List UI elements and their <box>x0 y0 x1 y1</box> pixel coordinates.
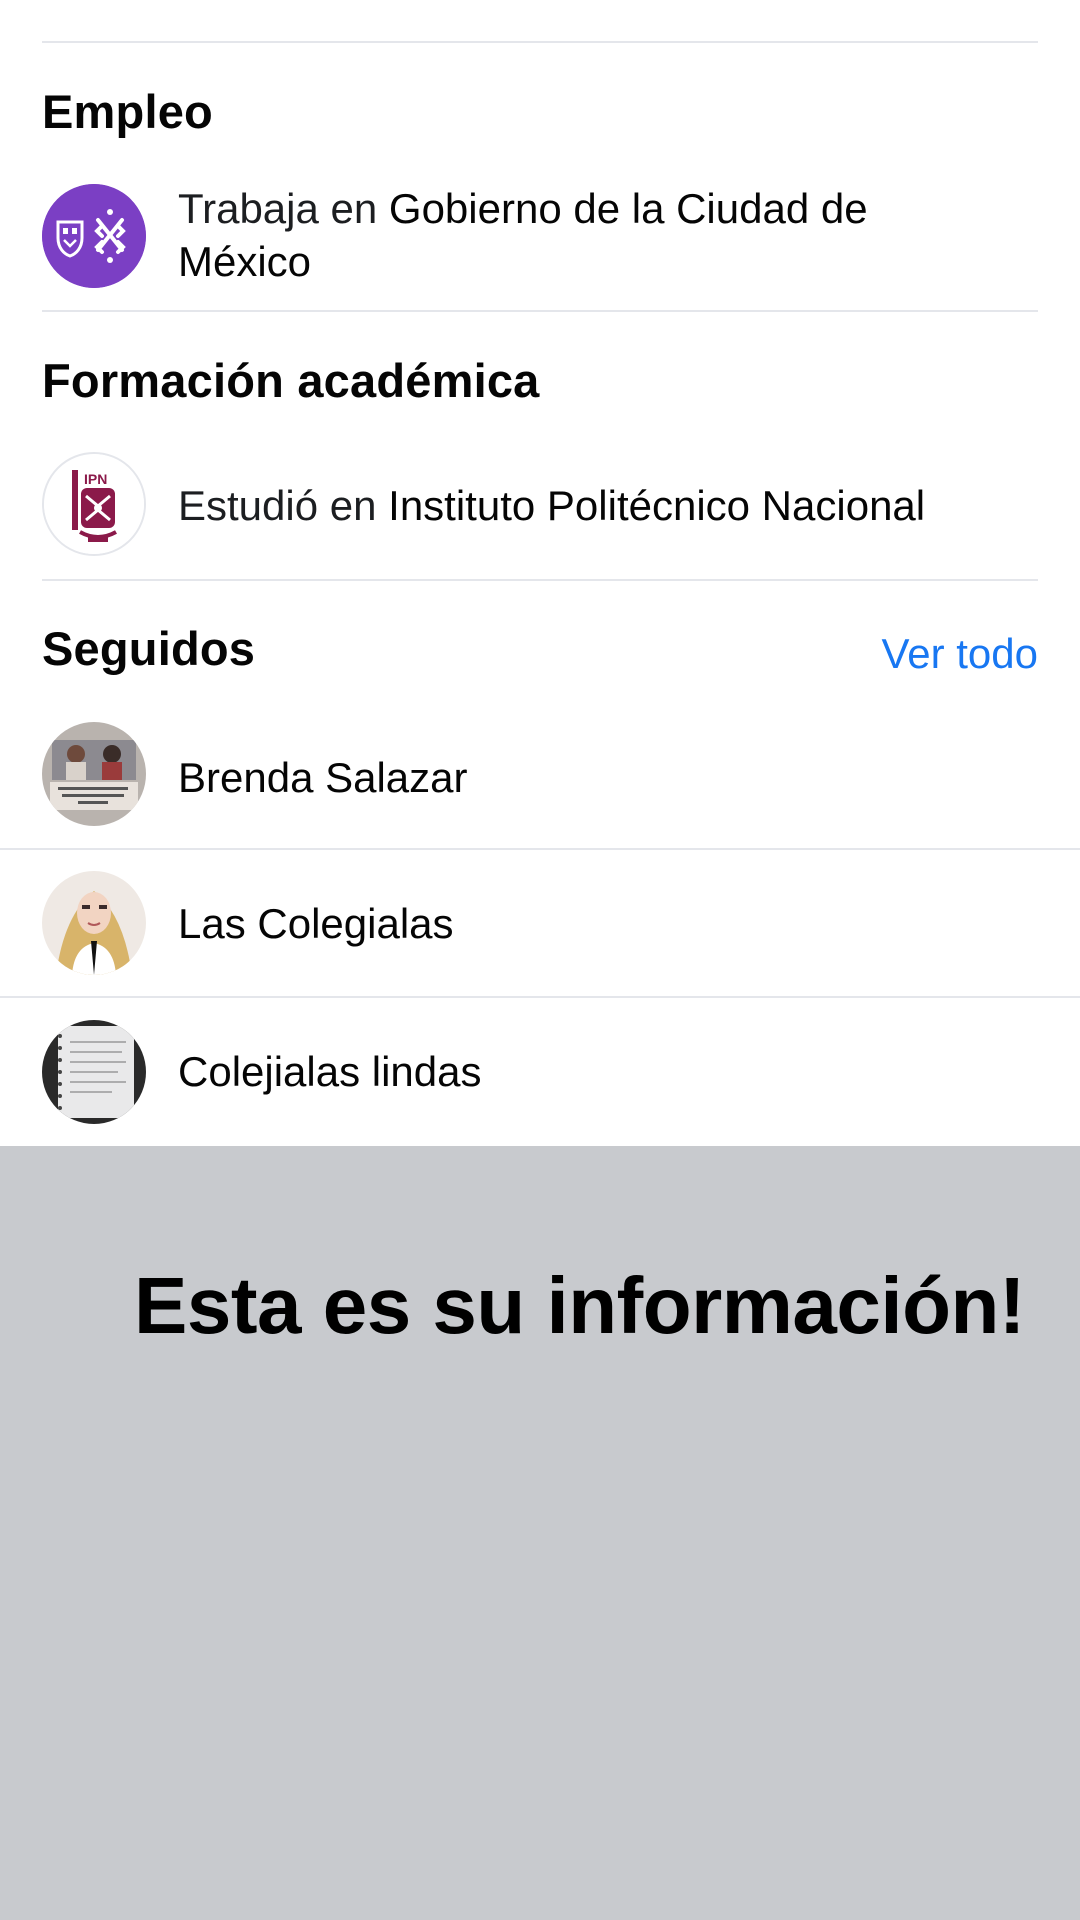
education-text: Estudió en Instituto Politécnico Naciona… <box>178 479 1020 532</box>
see-all-link[interactable]: Ver todo <box>882 626 1038 682</box>
overlay-caption: Esta es su información! <box>134 1261 1025 1350</box>
employment-row[interactable]: Trabaja en Gobierno de la Ciudad de Méxi… <box>0 182 1080 306</box>
follow-name: Colejialas lindas <box>178 1048 482 1095</box>
svg-text:IPN: IPN <box>84 471 107 487</box>
education-row[interactable]: IPN Estudió en Instituto Politécnico Nac… <box>0 452 1080 562</box>
list-item[interactable]: Las Colegialas <box>0 850 1080 996</box>
follow-name: Las Colegialas <box>178 900 454 947</box>
follow-name: Brenda Salazar <box>178 754 468 801</box>
employment-text: Trabaja en Gobierno de la Ciudad de Méxi… <box>178 182 1020 288</box>
notebook-photo-icon <box>42 1020 146 1124</box>
list-item[interactable]: Colejialas lindas <box>0 998 1080 1146</box>
profile-photo-icon <box>42 722 146 826</box>
list-item[interactable]: Brenda Salazar <box>0 718 1080 848</box>
section-title-following: Seguidos <box>42 622 256 675</box>
employment-org-line1[interactable]: Gobierno de la Ciudad de <box>389 185 868 232</box>
top-divider <box>42 41 1038 43</box>
divider <box>42 579 1038 581</box>
cdmx-logo-icon <box>42 184 146 288</box>
section-title-education: Formación académica <box>42 354 540 407</box>
ipn-logo-icon: IPN <box>42 452 146 556</box>
employment-org-line2[interactable]: México <box>178 238 311 285</box>
education-prefix: Estudió en <box>178 482 389 529</box>
education-org[interactable]: Instituto Politécnico Nacional <box>388 482 925 529</box>
section-title-employment: Empleo <box>42 85 213 138</box>
profile-photo-icon <box>42 871 146 975</box>
employment-prefix: Trabaja en <box>178 185 389 232</box>
divider <box>42 310 1038 312</box>
